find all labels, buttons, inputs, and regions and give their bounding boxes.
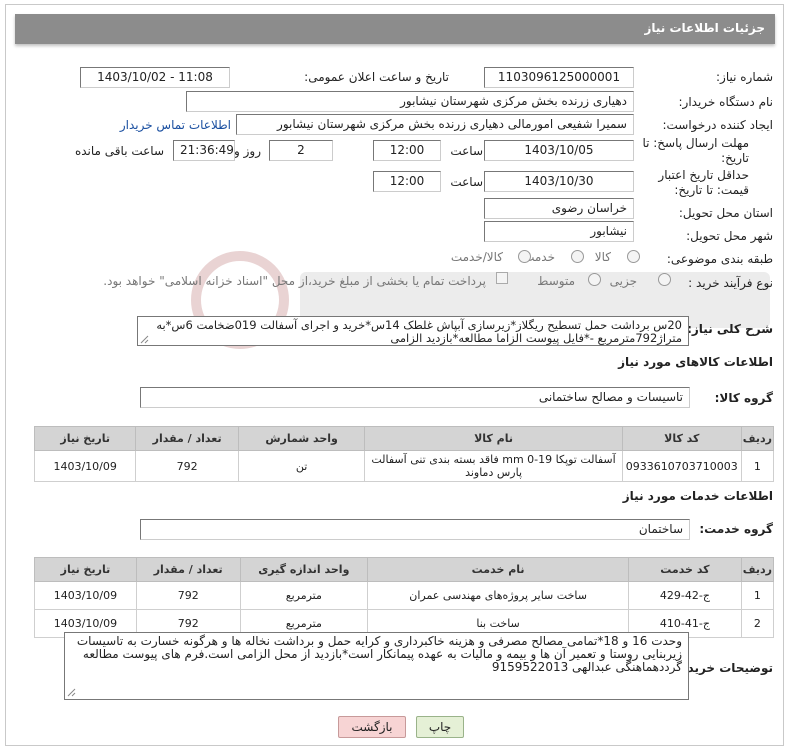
services-col-index: ردیف — [740, 557, 775, 582]
category-option-goods-service: کالا/خدمت — [450, 250, 503, 264]
goods-group-field[interactable]: تاسیسات و مصالح ساختمانی — [140, 387, 690, 408]
treasury-payment-note: پرداخت تمام یا بخشی از مبلغ خرید،از محل … — [103, 274, 486, 288]
services-col-date: تاریخ نیاز — [34, 557, 137, 582]
print-button[interactable]: چاپ — [416, 716, 464, 738]
goods-col-unit: واحد شمارش — [237, 426, 366, 451]
services-col-name: نام خدمت — [367, 557, 630, 582]
buyer-org-label: نام دستگاه خریدار: — [678, 95, 774, 109]
need-number-field[interactable]: 1103096125000001 — [484, 67, 634, 88]
announce-datetime-field[interactable]: 1403/10/02 - 11:08 — [80, 67, 230, 88]
services-table: ردیف کد خدمت نام خدمت واحد اندازه گیری ت… — [34, 557, 775, 638]
city-label: شهر محل تحویل: — [686, 229, 773, 243]
services-row-index: 2 — [740, 609, 775, 638]
services-row-index: 1 — [740, 581, 775, 610]
goods-col-qty: تعداد / مقدار — [135, 426, 239, 451]
goods-row-code: 0933610703710003 — [621, 450, 742, 482]
price-validity-time-field[interactable]: 12:00 — [373, 171, 441, 192]
services-col-code: کد خدمت — [628, 557, 742, 582]
remaining-time-label: ساعت باقی مانده — [74, 144, 164, 158]
reply-time-label: ساعت — [450, 144, 483, 158]
description-field[interactable]: 20س برداشت حمل تسطیح ریگلاز*زیرسازی آبپا… — [137, 316, 689, 346]
services-row-code: ج-42-429 — [628, 581, 742, 610]
price-validity-date-field[interactable]: 1403/10/30 — [484, 171, 634, 192]
category-option-goods: کالا — [594, 250, 611, 264]
table-row: 1 ج-42-429 ساخت سایر پروژه‌های مهندسی عم… — [34, 581, 775, 610]
services-group-label: گروه خدمت: — [699, 522, 773, 536]
goods-table: ردیف کد کالا نام کالا واحد شمارش تعداد /… — [33, 426, 775, 482]
services-col-qty: تعداد / مقدار — [135, 557, 241, 582]
goods-row-unit: تن — [237, 450, 366, 482]
page-title: جزئیات اطلاعات نیاز — [15, 14, 775, 44]
days-remaining-field[interactable]: 2 — [269, 140, 333, 161]
city-field[interactable]: نیشابور — [484, 221, 634, 242]
services-row-unit: مترمربع — [239, 581, 369, 610]
requester-field[interactable]: سمیرا شفیعی امورمالی دهیاری زرنده بخش مر… — [236, 114, 634, 135]
price-time-label: ساعت — [450, 175, 483, 189]
reply-deadline-label: مهلت ارسال پاسخ: تا تاریخ: — [642, 136, 749, 165]
back-button[interactable]: بازگشت — [338, 716, 406, 738]
province-label: استان محل تحویل: — [678, 206, 773, 220]
goods-row-date: 1403/10/09 — [33, 450, 137, 482]
services-row-name: ساخت سایر پروژه‌های مهندسی عمران — [367, 581, 630, 610]
announce-label: تاریخ و ساعت اعلان عمومی: — [304, 70, 449, 84]
buyer-notes-field[interactable]: وحدت 16 و 18*تمامی مصالح مصرفی و هزینه خ… — [64, 632, 689, 700]
treasury-payment-checkbox[interactable] — [496, 272, 508, 284]
table-row: 1 0933610703710003 آسفالت توپکا mm 0-19 … — [33, 450, 775, 482]
goods-group-label: گروه کالا: — [714, 391, 773, 405]
buyer-org-field[interactable]: دهیاری زرنده بخش مرکزی شهرستان نیشابور — [186, 91, 634, 112]
goods-col-code: کد کالا — [621, 426, 742, 451]
category-radio-goods-service[interactable] — [518, 250, 531, 263]
services-section-title: اطلاعات خدمات مورد نیاز — [622, 489, 773, 503]
resize-grip-icon[interactable] — [140, 335, 149, 344]
process-option-medium: متوسط — [537, 274, 575, 288]
category-label: طبقه بندی موضوعی: — [666, 252, 773, 266]
services-group-field[interactable]: ساختمان — [140, 519, 690, 540]
description-label: شرح کلی نیاز: — [687, 322, 773, 336]
goods-row-index: 1 — [740, 450, 775, 482]
remaining-time-field[interactable]: 21:36:49 — [173, 140, 235, 161]
goods-col-index: ردیف — [740, 426, 775, 451]
goods-col-name: نام کالا — [364, 426, 623, 451]
goods-row-name: آسفالت توپکا mm 0-19 فاقد بسته بندی تنی … — [364, 450, 623, 482]
process-radio-minor[interactable] — [658, 273, 671, 286]
goods-row-qty: 792 — [135, 450, 239, 482]
contact-info-link[interactable]: اطلاعات تماس خریدار — [120, 118, 231, 132]
need-number-label: شماره نیاز: — [716, 70, 773, 84]
reply-date-field[interactable]: 1403/10/05 — [484, 140, 634, 161]
category-radio-goods[interactable] — [627, 250, 640, 263]
process-type-label: نوع فرآیند خرید : — [688, 276, 773, 290]
process-radio-medium[interactable] — [588, 273, 601, 286]
category-radio-service[interactable] — [571, 250, 584, 263]
days-label: روز و — [234, 144, 261, 158]
goods-col-date: تاریخ نیاز — [33, 426, 137, 451]
requester-label: ایجاد کننده درخواست: — [662, 118, 773, 132]
resize-grip-icon[interactable] — [67, 688, 76, 697]
price-validity-label: حداقل تاریخ اعتبار قیمت: تا تاریخ: — [658, 168, 749, 197]
province-field[interactable]: خراسان رضوی — [484, 198, 634, 219]
services-row-date: 1403/10/09 — [34, 581, 137, 610]
goods-section-title: اطلاعات کالاهای مورد نیاز — [618, 355, 773, 369]
reply-time-field[interactable]: 12:00 — [373, 140, 441, 161]
process-option-minor: جزیی — [609, 274, 637, 288]
services-row-qty: 792 — [135, 581, 241, 610]
services-col-unit: واحد اندازه گیری — [239, 557, 369, 582]
